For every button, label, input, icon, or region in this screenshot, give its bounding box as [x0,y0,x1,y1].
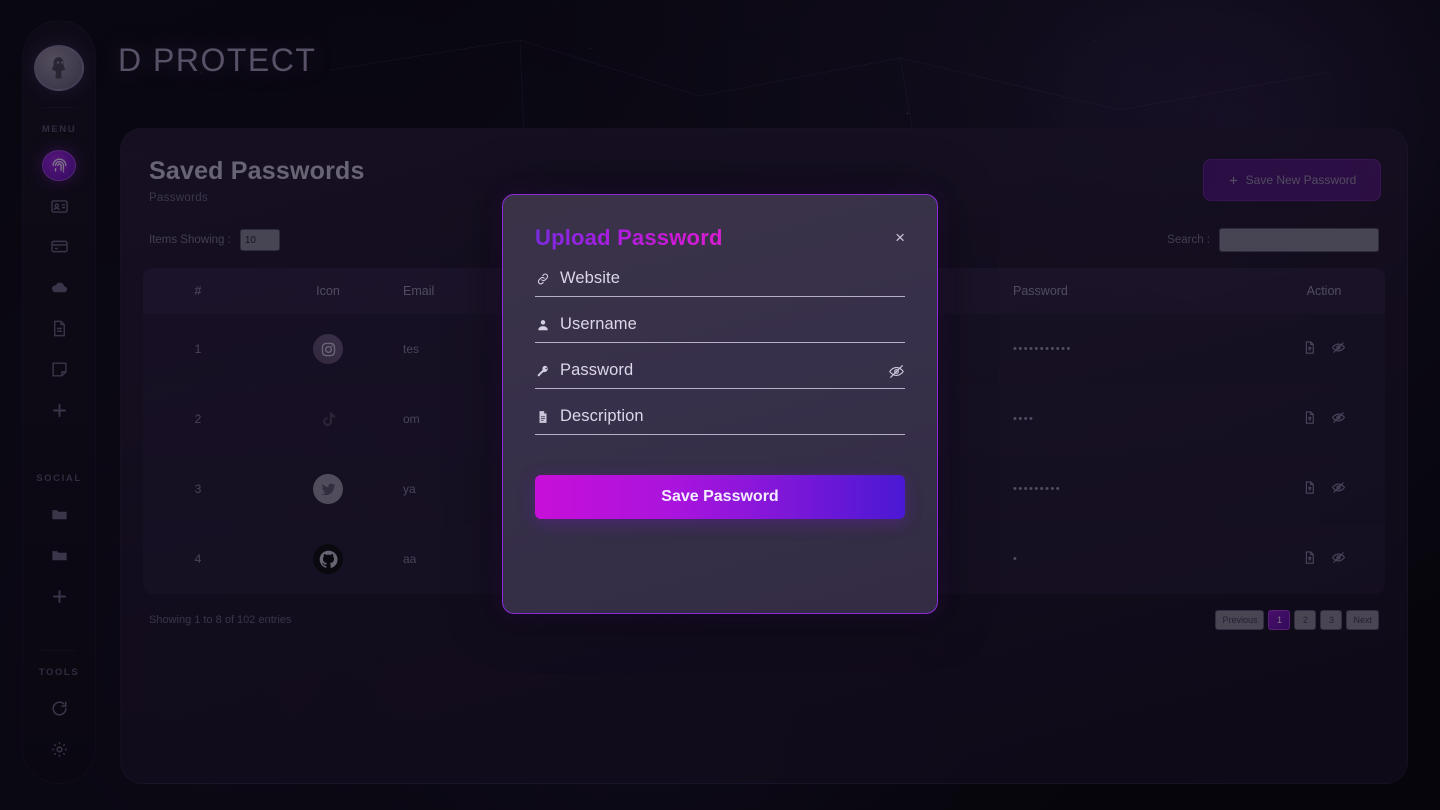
username-field-row: Username [535,315,905,342]
eye-off-icon[interactable] [888,363,905,385]
website-field-label: Website [560,269,621,287]
username-field[interactable]: Username [535,315,905,343]
website-field[interactable]: Website [535,269,905,297]
modal-header: Upload Password × [535,225,905,251]
link-icon [535,272,551,286]
save-password-button[interactable]: Save Password [535,475,905,519]
user-icon [535,318,551,332]
password-field-underline [535,388,905,389]
description-field[interactable]: Description [535,407,905,435]
app-root: MENU [0,0,1440,810]
website-field-row: Website [535,269,905,296]
website-field-underline [535,296,905,297]
modal-title: Upload Password [535,225,723,250]
close-icon[interactable]: × [895,229,905,246]
document-icon [535,410,551,424]
username-field-underline [535,342,905,343]
password-field-label: Password [560,361,634,379]
username-field-label: Username [560,315,637,333]
description-field-underline [535,434,905,435]
upload-password-modal: Upload Password × Website Username Passw… [502,194,938,614]
description-field-label: Description [560,407,644,425]
password-field[interactable]: Password [535,361,905,389]
password-field-row: Password [535,361,905,388]
key-icon [535,364,551,378]
description-field-row: Description [535,407,905,434]
